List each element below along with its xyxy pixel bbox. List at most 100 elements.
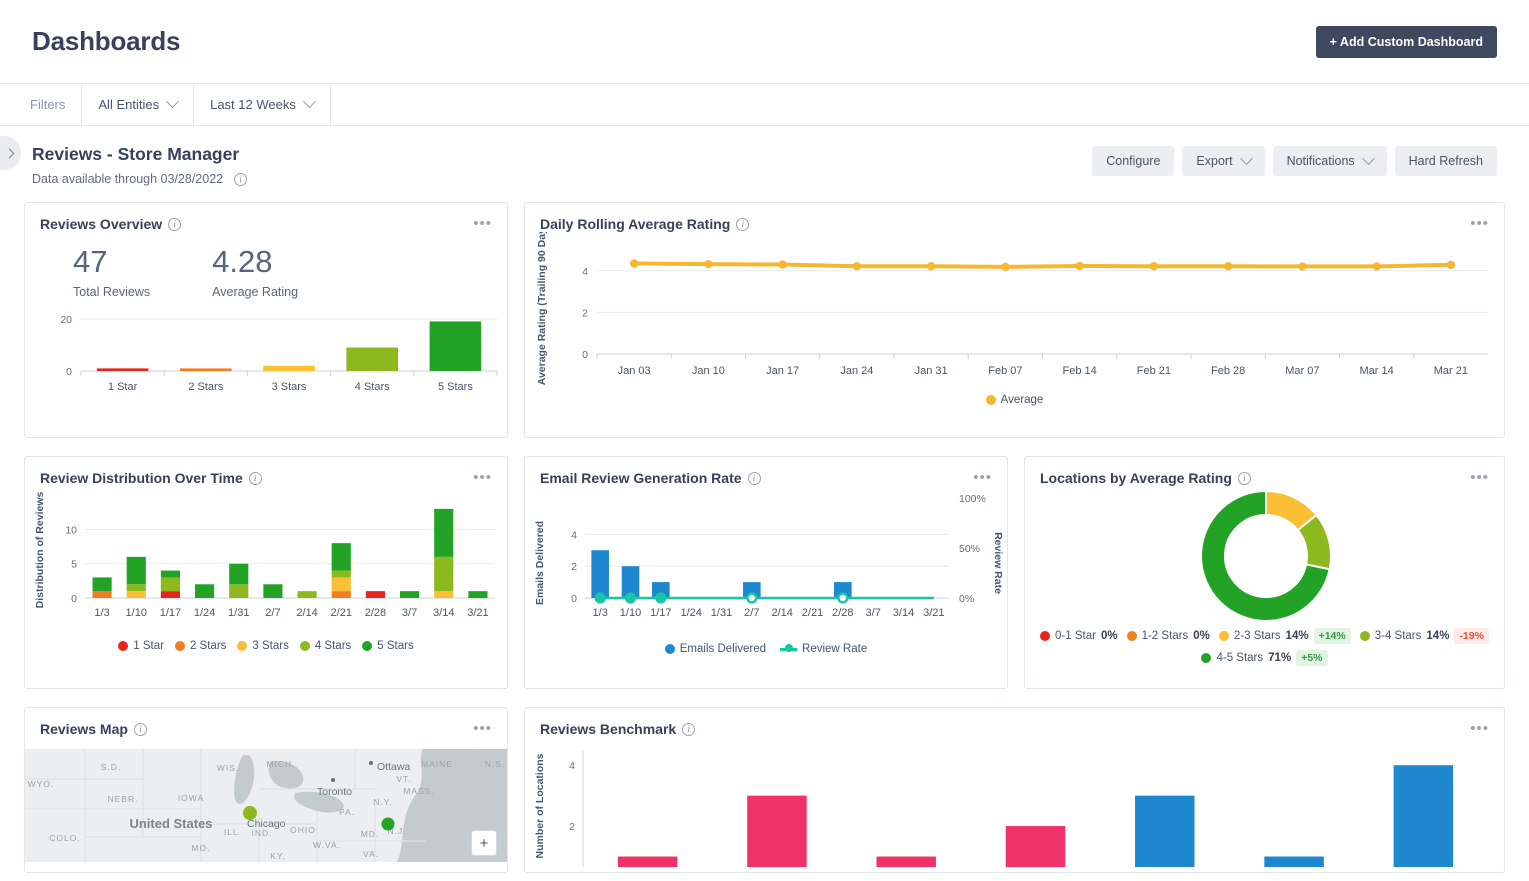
map-canvas[interactable]: S.D.WYO.NEBR. IOWACOLO.MO.WIS.ILL. IND.MIC… [25, 749, 507, 862]
svg-text:100%: 100% [959, 493, 986, 505]
hard-refresh-button[interactable]: Hard Refresh [1394, 146, 1497, 176]
entity-filter-dropdown[interactable]: All Entities [82, 84, 195, 125]
svg-text:2/28: 2/28 [832, 607, 853, 619]
svg-text:0: 0 [571, 593, 577, 605]
svg-text:Ottawa: Ottawa [377, 761, 410, 773]
entity-filter-value: All Entities [98, 97, 160, 112]
svg-text:3/14: 3/14 [433, 607, 454, 619]
card-reviews-map: Reviews Map i ••• S.D. WYO. NEBR. IOWA COLO.… [24, 707, 508, 873]
chevron-down-icon [1239, 151, 1253, 165]
card-menu-button[interactable]: ••• [473, 216, 492, 231]
legend-value: 71% [1268, 652, 1292, 664]
legend-item[interactable]: 0-1 Star 0% [1040, 630, 1118, 642]
chart-legend: 0-1 Star 0% 1-2 Stars 0% 2-3 Stars 14% +14% 3-4… [1025, 628, 1504, 666]
legend-item[interactable]: 3-4 Stars 14% -19% [1359, 628, 1489, 644]
filter-bar: Filters All Entities Last 12 Weeks [0, 83, 1529, 126]
card-title: Locations by Average Rating [1040, 470, 1232, 486]
svg-text:3/14: 3/14 [893, 607, 914, 619]
configure-label: Configure [1106, 154, 1161, 168]
legend-item[interactable]: 5 Stars [362, 640, 414, 652]
svg-text:0: 0 [582, 349, 588, 361]
date-range-filter-dropdown[interactable]: Last 12 Weeks [194, 84, 331, 125]
legend-item[interactable]: 3 Stars [237, 640, 289, 652]
svg-text:20: 20 [60, 314, 72, 326]
legend-item[interactable]: 1-2 Stars 0% [1126, 630, 1210, 642]
info-icon[interactable]: i [248, 471, 262, 485]
svg-text:IOWA: IOWA [178, 793, 204, 803]
legend-item[interactable]: 2 Stars [174, 640, 227, 652]
card-review-distribution: Review Distribution Over Time i ••• Dist… [24, 456, 508, 689]
card-menu-button[interactable]: ••• [1470, 721, 1489, 736]
legend-item[interactable]: Emails Delivered [664, 643, 767, 655]
svg-text:N.S.: N.S. [485, 759, 506, 769]
chart-legend: Emails Delivered Review Rate [525, 643, 1007, 655]
sidebar-expand-toggle[interactable] [0, 136, 21, 170]
legend-label: Emails Delivered [679, 643, 767, 655]
card-email-review-rate: Email Review Generation Rate i ••• Email… [524, 456, 1008, 689]
dashboard-subtitle: Data available through 03/28/2022 i [32, 172, 248, 186]
legend-label: 1 Star [133, 640, 164, 652]
map-viewport[interactable]: S.D. WYO. NEBR. IOWA COLO. MO. WIS. ILL. IND. MIC… [25, 749, 507, 862]
svg-text:0: 0 [71, 593, 77, 605]
legend-marker [1040, 631, 1051, 641]
legend-label: 4 Stars [314, 640, 352, 652]
info-icon[interactable]: i [736, 217, 750, 231]
export-button[interactable]: Export [1182, 146, 1265, 176]
legend-item[interactable]: 4 Stars [299, 640, 352, 652]
legend-label: 2 Stars [189, 640, 227, 652]
svg-text:2: 2 [582, 307, 588, 319]
svg-text:4: 4 [571, 529, 577, 541]
add-custom-dashboard-button[interactable]: + Add Custom Dashboard [1315, 25, 1497, 58]
kpi-label: Average Rating [212, 285, 299, 299]
legend-item[interactable]: 1 Star [118, 640, 164, 652]
card-title: Reviews Benchmark [540, 721, 677, 737]
card-menu-button[interactable]: ••• [473, 470, 492, 485]
chart-legend: 1 Star 2 Stars 3 Stars 4 Stars 5 Stars [25, 640, 507, 652]
card-header: Daily Rolling Average Rating i ••• [525, 203, 1504, 232]
legend-item[interactable]: 4-5 Stars 71% +5% [1201, 650, 1328, 666]
reviews-benchmark-bar-chart: Number of Locations 2 4 [534, 751, 1454, 867]
legend-item[interactable]: Average [985, 394, 1044, 406]
card-header: Reviews Benchmark i ••• [525, 708, 1504, 737]
svg-text:NEBR.: NEBR. [108, 794, 139, 804]
svg-text:MAINE: MAINE [421, 759, 453, 769]
data-availability-text: Data available through 03/28/2022 [32, 172, 224, 186]
kpi-label: Total Reviews [73, 285, 151, 299]
map-zoom-in-button[interactable]: + [471, 830, 497, 856]
legend-item[interactable]: Review Rate [780, 643, 867, 655]
card-header: Reviews Overview i ••• [25, 203, 507, 232]
legend-marker [985, 395, 996, 405]
card-header: Review Distribution Over Time i ••• [25, 457, 507, 486]
svg-text:Average Rating (Trailing 90 Da: Average Rating (Trailing 90 Days) [536, 232, 548, 385]
top-bar: Dashboards + Add Custom Dashboard [0, 0, 1529, 83]
legend-item[interactable]: 2-3 Stars 14% +14% [1218, 628, 1351, 644]
info-icon[interactable]: i [133, 722, 147, 736]
info-icon[interactable]: i [234, 172, 248, 186]
legend-marker [1126, 631, 1137, 641]
info-icon[interactable]: i [1237, 471, 1251, 485]
svg-text:Jan 03: Jan 03 [618, 365, 651, 377]
svg-text:5: 5 [71, 559, 77, 571]
info-icon[interactable]: i [682, 722, 696, 736]
card-header: Reviews Map i ••• [25, 708, 507, 737]
legend-label: 3 Stars [252, 640, 289, 652]
info-icon[interactable]: i [168, 217, 182, 231]
legend-marker [174, 641, 185, 651]
card-menu-button[interactable]: ••• [473, 721, 492, 736]
svg-text:5 Stars: 5 Stars [438, 381, 473, 393]
legend-value: 14% [1285, 630, 1309, 642]
card-menu-button[interactable]: ••• [1470, 470, 1489, 485]
info-icon[interactable]: i [747, 471, 761, 485]
configure-button[interactable]: Configure [1092, 146, 1175, 176]
dashboard-row-1: Reviews Overview i ••• 47 Total Reviews … [24, 202, 1505, 438]
svg-text:3/7: 3/7 [402, 607, 417, 619]
kpi-group: 47 Total Reviews 4.28 Average Rating [25, 232, 507, 299]
card-menu-button[interactable]: ••• [973, 470, 992, 485]
svg-text:Jan 31: Jan 31 [915, 365, 948, 377]
legend-label: 3-4 Stars [1374, 630, 1422, 642]
notifications-button[interactable]: Notifications [1272, 146, 1387, 176]
dashboard-row-2: Review Distribution Over Time i ••• Dist… [24, 456, 1505, 689]
svg-text:S.D.: S.D. [101, 762, 122, 772]
legend-label: Average [1000, 394, 1044, 406]
card-menu-button[interactable]: ••• [1470, 216, 1489, 231]
